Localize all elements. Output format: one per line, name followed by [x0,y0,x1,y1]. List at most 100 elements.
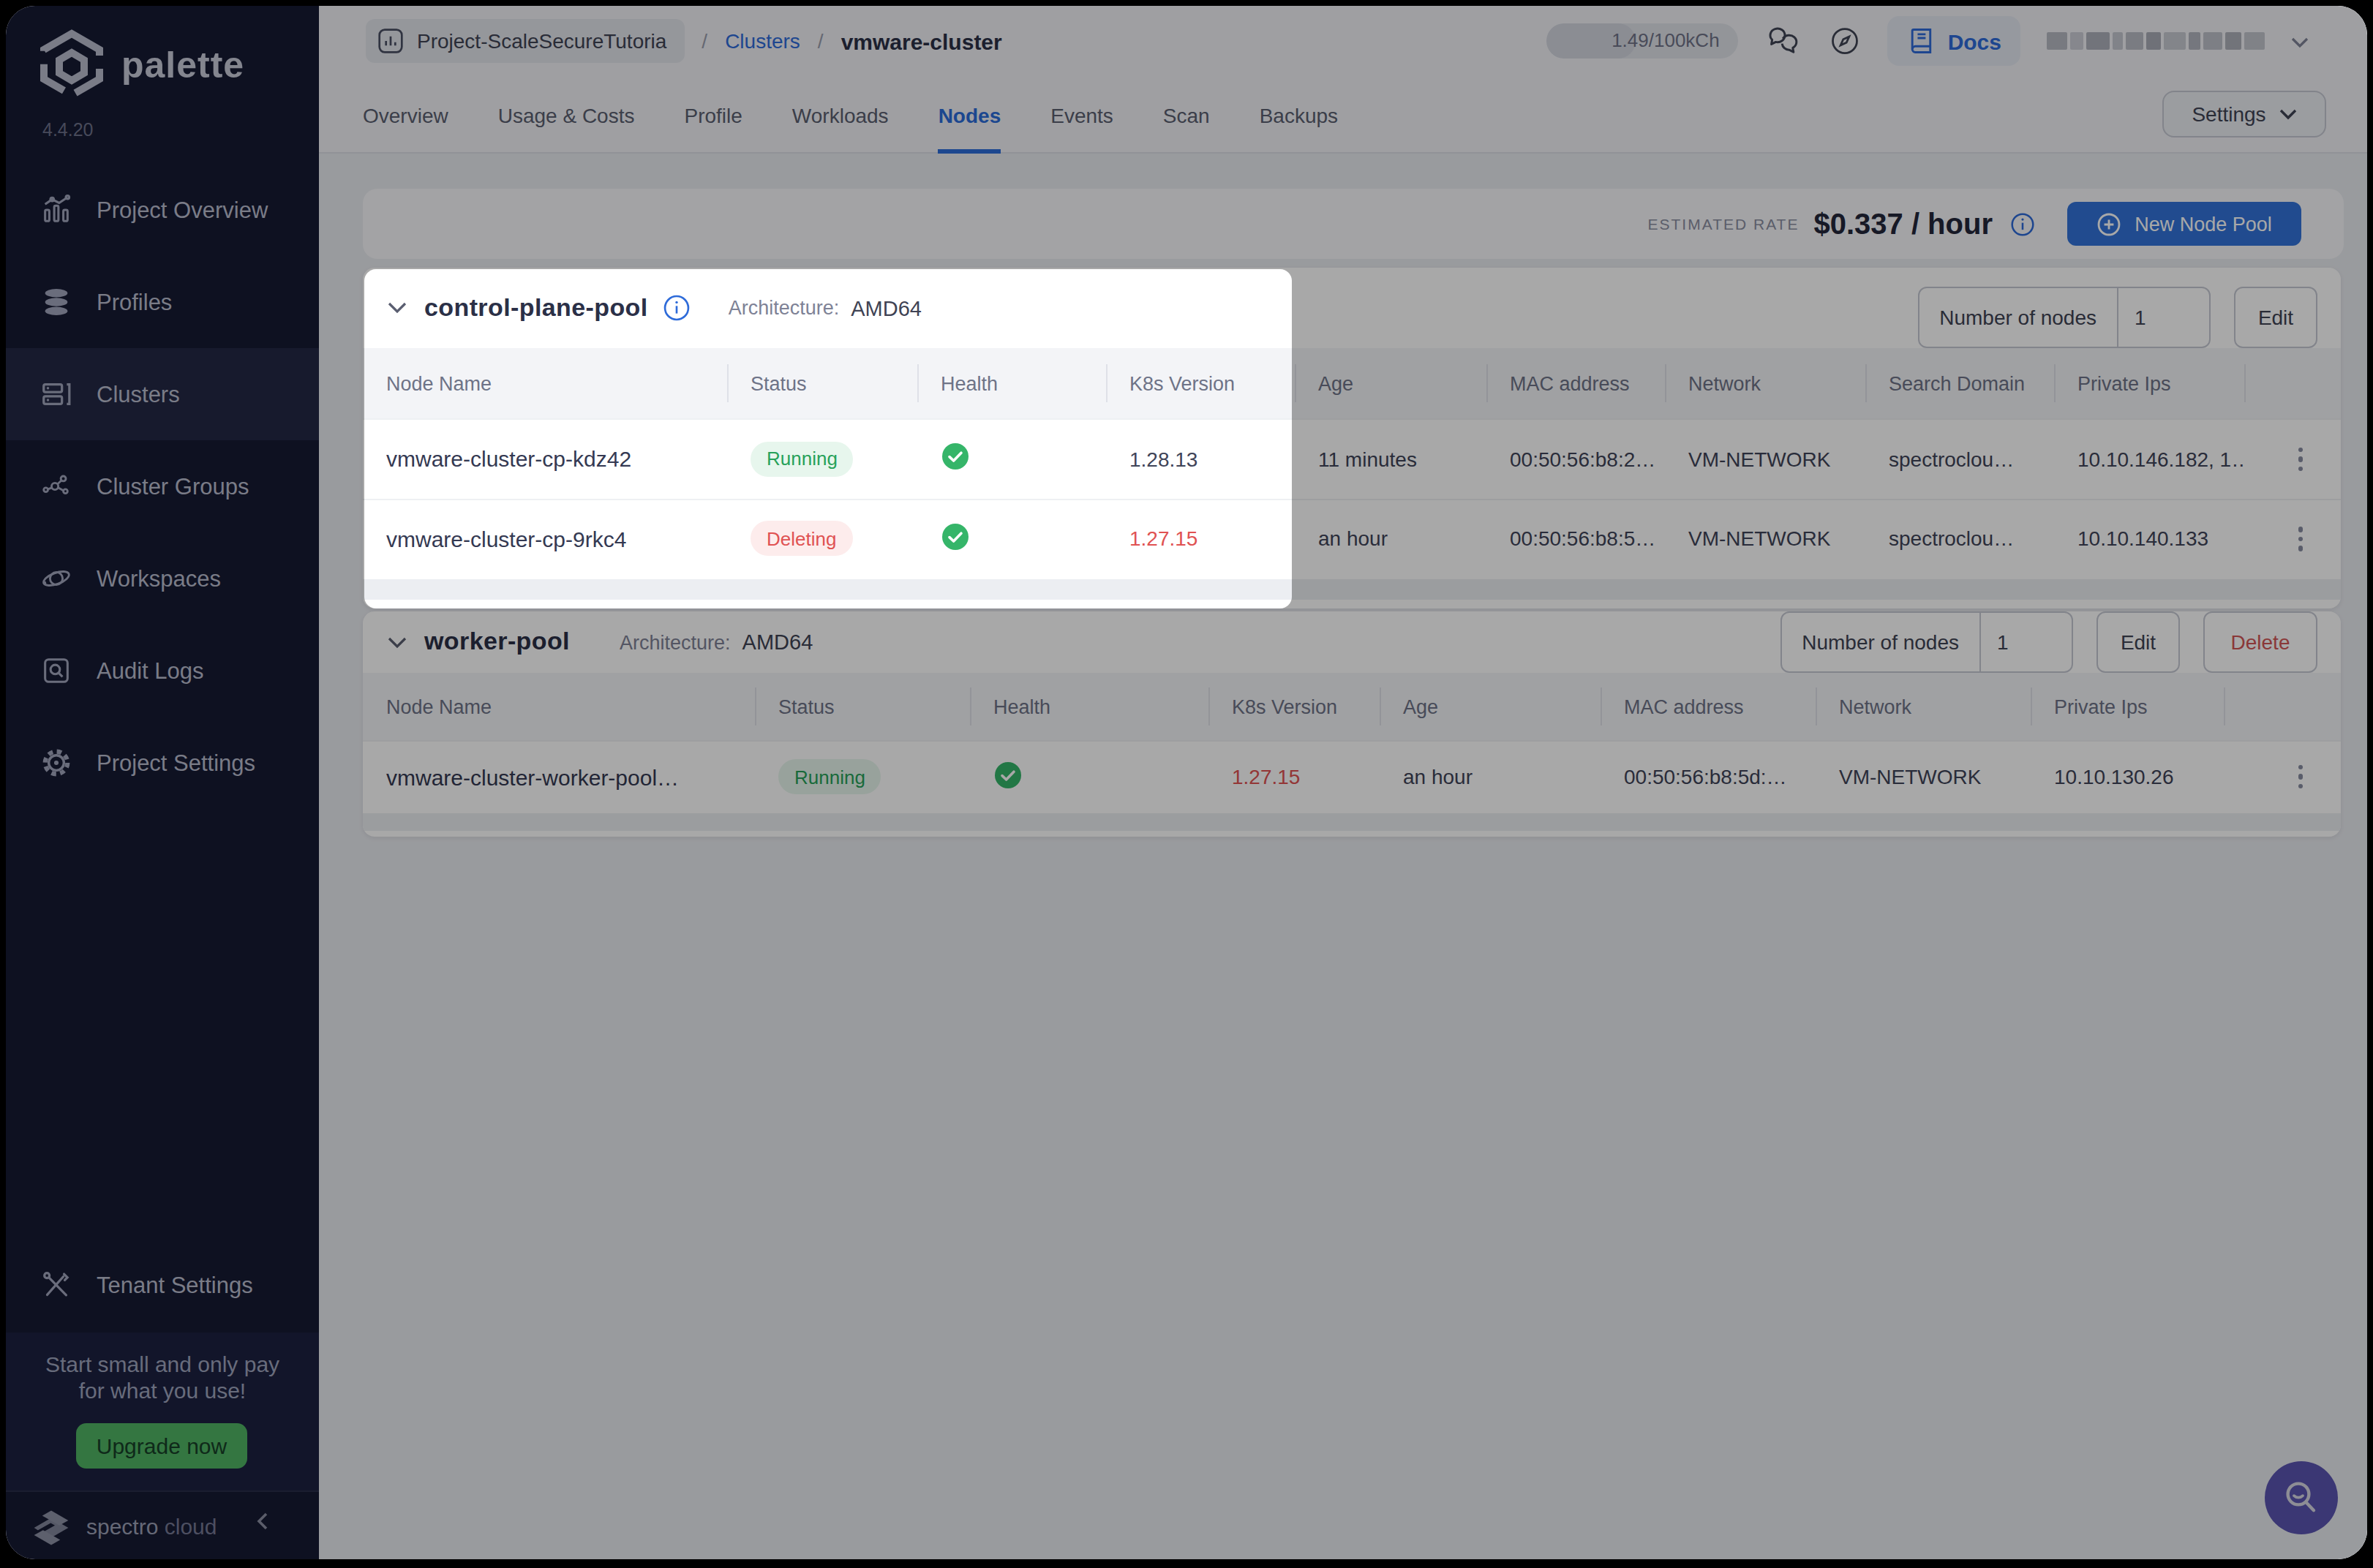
tab-scan[interactable]: Scan [1163,76,1210,154]
promo-text: Start small and only pay for what you us… [6,1333,319,1404]
col-private-ips: Private Ips [2031,687,2224,725]
sidebar-item-tenant-settings[interactable]: Tenant Settings [6,1239,319,1331]
rate-info-icon[interactable] [2010,211,2035,236]
number-of-nodes-input[interactable]: 1 [2117,288,2209,347]
col-node-name: Node Name [363,687,755,725]
nodes-content: ESTIMATED RATE $0.337 / hour New [319,154,2367,1559]
cell-node-name: vmware-cluster-cp-kdz42 [363,447,727,472]
cell-network: VM-NETWORK [1816,765,2031,788]
bar-chart-icon [40,193,73,227]
explore-compass-icon[interactable] [1829,25,1862,57]
stage: palette 4.4.20 Project Overview [0,0,2373,1568]
app-window: palette 4.4.20 Project Overview [6,6,2367,1559]
tab-usage-costs[interactable]: Usage & Costs [498,76,635,154]
help-search-fab[interactable] [2265,1461,2338,1534]
sidebar-footer: spectro cloud [6,1490,319,1559]
breadcrumb-current: vmware-cluster [841,29,1002,53]
spectro-cloud-logo-icon [28,1508,75,1553]
pool-name: control-plane-pool [424,293,648,323]
number-of-nodes-control: Number of nodes 1 [1917,287,2211,348]
sidebar-item-project-settings[interactable]: Project Settings [6,717,319,809]
book-icon [1907,26,1936,56]
edit-pool-button[interactable]: Edit [2096,611,2180,673]
cell-health [917,522,1106,556]
number-of-nodes-label: Number of nodes [1781,613,1979,671]
sidebar-item-clusters[interactable]: Clusters [6,348,319,440]
sidebar-item-label: Project Overview [97,197,268,223]
col-k8s-version: K8s Version [1106,364,1295,402]
delete-pool-button[interactable]: Delete [2203,611,2317,673]
sidebar-item-profiles[interactable]: Profiles [6,256,319,348]
cell-health [970,760,1208,794]
settings-button[interactable]: Settings [2162,91,2326,137]
col-actions [2244,364,2341,402]
table-row[interactable]: vmware-cluster-worker-pool… Running 1.27… [363,740,2341,812]
tab-overview[interactable]: Overview [363,76,448,154]
row-menu-kebab-icon[interactable] [2298,527,2303,551]
sidebar-item-workspaces[interactable]: Workspaces [6,532,319,625]
col-node-name: Node Name [363,364,727,402]
col-health: Health [970,687,1208,725]
sidebar-item-label: Audit Logs [97,657,204,684]
cell-node-name: vmware-cluster-cp-9rkc4 [363,527,727,551]
user-menu-chevron-icon[interactable] [2291,30,2309,52]
sidebar-item-project-overview[interactable]: Project Overview [6,164,319,256]
sidebar-item-cluster-groups[interactable]: Cluster Groups [6,440,319,532]
brand-name: palette [121,43,244,86]
col-status: Status [727,364,917,402]
cell-k8s-version: 1.27.15 [1106,527,1295,551]
sidebar-item-label: Project Settings [97,750,255,776]
collapse-sidebar-icon[interactable] [255,1509,272,1536]
sidebar-item-label: Tenant Settings [97,1272,253,1298]
table-header: Node Name Status Health K8s Version Age … [363,673,2341,740]
new-node-pool-button[interactable]: New Node Pool [2067,202,2301,246]
col-network: Network [1816,687,2031,725]
cell-status: Running [755,759,970,794]
tab-profile[interactable]: Profile [684,76,742,154]
user-name-redacted[interactable] [2047,31,2265,51]
col-search-domain: Search Domain [1865,364,2054,402]
node-pool-card-control-plane: control-plane-pool Architecture: AMD64 [363,268,2341,608]
number-of-nodes-control: Number of nodes 1 [1780,611,2073,673]
edit-pool-button[interactable]: Edit [2234,287,2317,348]
tab-nodes[interactable]: Nodes [939,76,1001,154]
cell-status: Deleting [727,521,917,557]
status-badge: Deleting [751,521,852,557]
collapse-pool-chevron-icon[interactable] [388,301,407,314]
network-icon [40,470,73,503]
sidebar-item-label: Workspaces [97,565,221,592]
table-row[interactable]: vmware-cluster-cp-9rkc4 Deleting 1.27.15… [363,498,2341,578]
sidebar-item-audit-logs[interactable]: Audit Logs [6,625,319,717]
chat-icon[interactable] [1765,23,1803,59]
upgrade-now-button[interactable]: Upgrade now [76,1423,247,1469]
layers-icon [40,285,73,319]
sidebar-item-label: Cluster Groups [97,473,249,500]
docs-button[interactable]: Docs [1888,16,2020,66]
server-icon [40,377,73,411]
project-chart-icon [377,28,404,54]
number-of-nodes-input[interactable]: 1 [1979,613,2072,671]
tab-backups[interactable]: Backups [1260,76,1338,154]
cell-age: an hour [1295,527,1486,551]
cell-k8s-version: 1.27.15 [1208,765,1380,788]
pool-info-icon[interactable] [663,294,691,322]
architecture-value: AMD64 [851,296,922,320]
col-private-ips: Private Ips [2054,364,2244,402]
cell-mac-address: 00:50:56:b8:5… [1486,527,1665,551]
row-menu-kebab-icon[interactable] [2298,765,2303,789]
cell-node-name: vmware-cluster-worker-pool… [363,764,755,789]
card-footer-strip [363,813,2341,831]
cell-search-domain: spectroclou… [1865,448,2054,471]
row-menu-kebab-icon[interactable] [2298,447,2303,471]
tab-workloads[interactable]: Workloads [792,76,889,154]
tools-icon [40,1268,73,1302]
tab-events[interactable]: Events [1050,76,1113,154]
table-row[interactable]: vmware-cluster-cp-kdz42 Running 1.28.13 … [363,418,2341,498]
breadcrumb-clusters-link[interactable]: Clusters [725,29,800,53]
collapse-pool-chevron-icon[interactable] [388,636,407,649]
breadcrumb-project[interactable]: Project-ScaleSecureTutoria [366,19,684,63]
col-actions [2224,687,2341,725]
col-health: Health [917,364,1106,402]
cell-private-ips: 10.10.140.133 [2054,527,2244,551]
sidebar: palette 4.4.20 Project Overview [6,6,319,1559]
